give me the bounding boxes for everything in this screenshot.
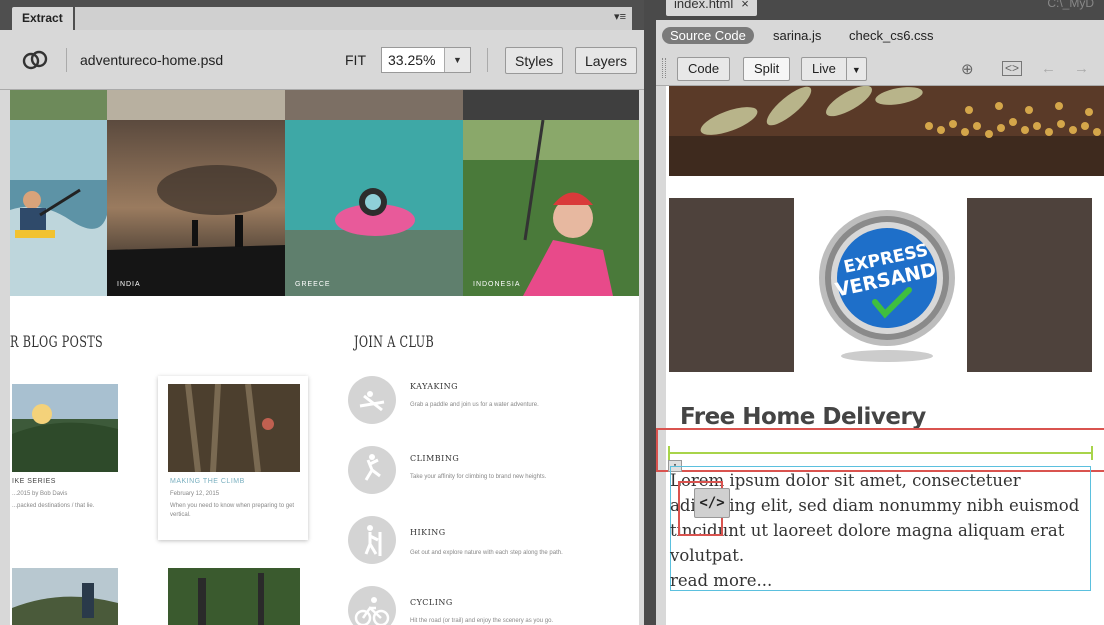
extract-panel: Extract ▾≡ adventureco-home.psd FIT 33.2… (0, 0, 644, 625)
toolbar-divider (66, 48, 67, 72)
lorem-text: Lorem ipsum dolor sit amet, consectetuer… (670, 471, 1080, 565)
code-view-button[interactable]: Code (677, 57, 731, 81)
club-desc: Hit the road (or trail) and enjoy the sc… (410, 618, 554, 624)
club-desc: Get out and explore nature with each ste… (410, 550, 563, 556)
close-icon[interactable]: × (741, 0, 749, 11)
hr-handle-right (1091, 446, 1093, 460)
layers-button[interactable]: Layers (575, 47, 638, 74)
blog-card-date: February 12, 2015 (170, 491, 220, 497)
quick-code-icon[interactable]: </> (694, 488, 730, 518)
club-title: HIKING (410, 528, 446, 537)
blog-image-forest (168, 568, 300, 625)
placeholder-box-right (967, 198, 1092, 372)
related-file-css[interactable]: check_cs6.css (849, 28, 934, 43)
chevron-down-icon[interactable]: ▼ (444, 48, 470, 72)
kayak-icon[interactable] (348, 376, 396, 424)
photo-greece: GREECE (285, 120, 463, 296)
extract-toolbar: adventureco-home.psd FIT 33.25% ▼ Styles… (0, 30, 644, 90)
zoom-value[interactable]: 33.25% (382, 48, 444, 72)
club-desc: Grab a paddle and join us for a water ad… (410, 402, 539, 408)
club-desc: Take your affinity for climbing to brand… (410, 474, 547, 480)
creative-cloud-icon[interactable] (22, 50, 48, 70)
toolbar-divider (487, 48, 488, 72)
photo-row: INDIA GREECE INDONESIA (10, 120, 639, 296)
blog-card-desc: When you need to know when preparing to … (170, 503, 295, 518)
extract-tab-bar: Extract ▾≡ (0, 0, 644, 30)
extract-tab-strip (75, 7, 632, 30)
document-tab-bar: index.html × C:\_MyD (656, 0, 1104, 20)
tab-label: index.html (674, 0, 734, 11)
climbing-icon[interactable] (348, 446, 396, 494)
styles-button[interactable]: Styles (505, 47, 564, 74)
delivery-heading[interactable]: Free Home Delivery (680, 404, 926, 430)
target-icon[interactable]: ⊕ (961, 60, 974, 78)
tab-extract[interactable]: Extract (12, 7, 73, 30)
cycling-icon[interactable] (348, 586, 396, 625)
live-view-button[interactable]: Live (802, 58, 846, 80)
toolbar-grip[interactable] (662, 58, 666, 78)
zoom-select[interactable]: 33.25% ▼ (381, 47, 471, 73)
blog-card-desc: ...packed destinations / that lie. (12, 503, 95, 509)
blog-image-climb (168, 384, 300, 472)
source-code-button[interactable]: Source Code (662, 27, 754, 44)
document-toolbar: Code Split Live ▼ ⊕ <> ← → (656, 50, 1104, 86)
placeholder-box-left (669, 198, 794, 372)
club-title: CLIMBING (410, 454, 460, 463)
photo-indonesia: INDONESIA (463, 120, 639, 296)
related-file-js[interactable]: sarina.js (773, 28, 821, 43)
inspect-code-icon[interactable]: <> (1002, 61, 1023, 76)
live-view-group[interactable]: Live ▼ (801, 57, 867, 81)
join-club-heading: JOIN A CLUB (354, 332, 435, 351)
psd-preview-canvas[interactable]: INDIA GREECE INDONESIA R BLOG POSTS JOIN… (10, 90, 639, 625)
back-arrow-icon[interactable]: ← (1041, 60, 1056, 77)
file-path: C:\_MyD (1047, 0, 1094, 10)
chevron-down-icon[interactable]: ▼ (845, 58, 866, 80)
photo-india: INDIA (107, 120, 285, 296)
fit-button[interactable]: FIT (345, 52, 366, 68)
read-more-link[interactable]: read more... (670, 568, 1085, 593)
photo-caption: GREECE (295, 281, 331, 288)
photo-caption: INDONESIA (473, 281, 521, 288)
hiking-icon[interactable] (348, 516, 396, 564)
forward-arrow-icon[interactable]: → (1074, 60, 1089, 77)
hr-element[interactable] (668, 452, 1093, 454)
blog-card-title: MAKING THE CLIMB (170, 478, 245, 485)
hr-handle-left (668, 446, 670, 460)
club-title: KAYAKING (410, 382, 459, 391)
photo-kayak (10, 120, 107, 296)
blog-card-title: IKE SERIES (12, 478, 56, 485)
paragraph-text[interactable]: Lorem ipsum dolor sit amet, consectetuer… (670, 468, 1085, 593)
blog-posts-heading: R BLOG POSTS (10, 332, 104, 351)
club-title: CYCLING (410, 598, 453, 607)
tab-index-html[interactable]: index.html × (666, 0, 757, 16)
panel-menu-icon[interactable]: ▾≡ (614, 10, 626, 23)
express-versand-badge: EXPRESS VERSAND (819, 210, 955, 362)
split-view-button[interactable]: Split (743, 57, 791, 81)
related-files-bar: Source Code sarina.js check_cs6.css (656, 20, 1104, 50)
blog-image-hike (12, 568, 118, 625)
blog-image-sunset (12, 384, 118, 472)
blog-card-date: ...2015 by Bob Davis (12, 491, 68, 497)
photo-strip-top (10, 90, 639, 120)
psd-file-name: adventureco-home.psd (80, 52, 224, 68)
herbs-image (669, 86, 1104, 176)
panel-splitter[interactable] (644, 0, 656, 625)
photo-caption: INDIA (117, 281, 141, 288)
